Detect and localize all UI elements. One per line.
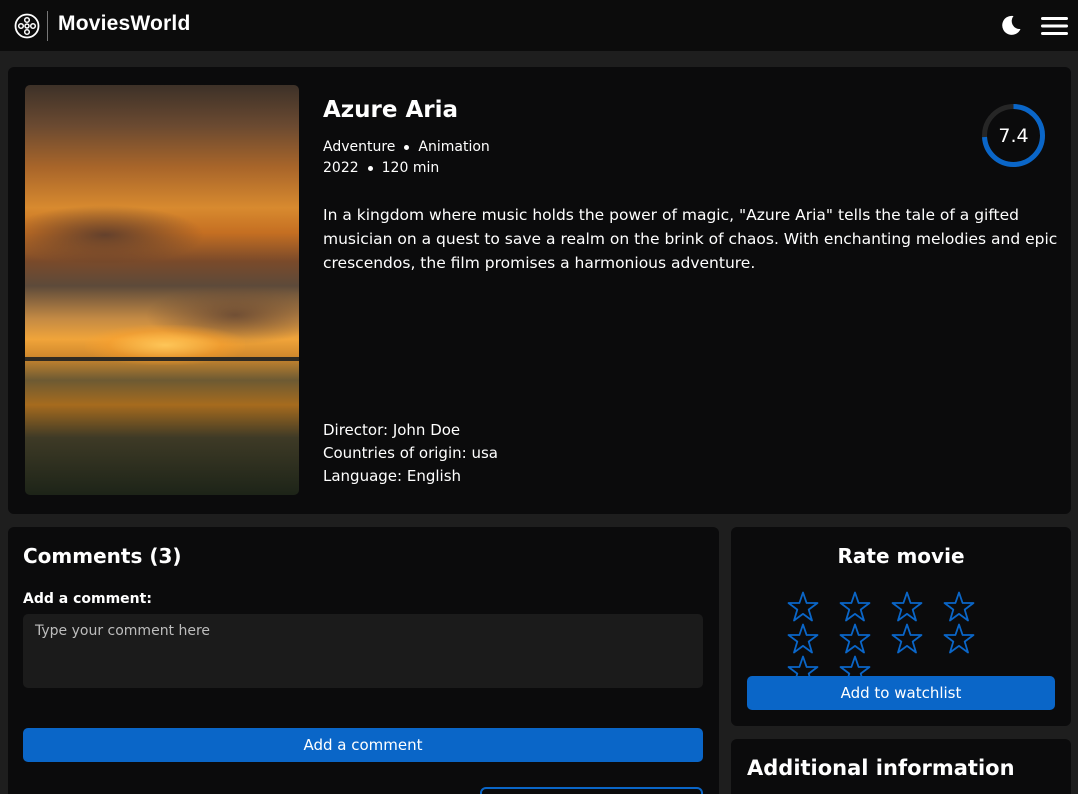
genre-item: Adventure bbox=[323, 139, 396, 155]
comments-card: Comments (3) Add a comment: Add a commen… bbox=[8, 527, 719, 794]
movie-credits: Director: John Doe Countries of origin: … bbox=[323, 419, 498, 488]
release-year: 2022 bbox=[323, 160, 359, 176]
star-icon[interactable] bbox=[777, 622, 829, 654]
additional-info-title: Additional information bbox=[747, 756, 1015, 780]
separator-dot bbox=[367, 165, 373, 171]
star-icon[interactable] bbox=[933, 590, 985, 622]
brand-name[interactable]: MoviesWorld bbox=[58, 12, 191, 36]
poster-cloud bbox=[25, 205, 205, 265]
language: Language: English bbox=[323, 467, 462, 485]
duration: 120 min bbox=[381, 160, 440, 176]
moon-icon[interactable] bbox=[1000, 14, 1022, 36]
add-to-watchlist-button[interactable]: Add to watchlist bbox=[747, 676, 1055, 710]
poster-horizon bbox=[25, 357, 299, 361]
top-navbar: MoviesWorld bbox=[0, 0, 1078, 51]
star-icon[interactable] bbox=[881, 590, 933, 622]
rate-movie-title: Rate movie bbox=[837, 544, 965, 568]
add-comment-label: Add a comment: bbox=[23, 591, 152, 607]
comments-secondary-button[interactable] bbox=[480, 787, 703, 794]
film-reel-icon[interactable] bbox=[14, 13, 40, 39]
star-icon[interactable] bbox=[933, 622, 985, 654]
comments-title: Comments (3) bbox=[23, 544, 182, 568]
star-icon[interactable] bbox=[881, 622, 933, 654]
rate-movie-card: Rate movie Add to watchlist bbox=[731, 527, 1071, 726]
additional-info-card: Additional information bbox=[731, 739, 1071, 794]
star-icon[interactable] bbox=[829, 590, 881, 622]
comment-input[interactable] bbox=[23, 614, 703, 688]
countries-of-origin: Countries of origin: usa bbox=[323, 444, 498, 462]
star-icon[interactable] bbox=[829, 622, 881, 654]
logo-divider bbox=[47, 11, 48, 41]
star-rating bbox=[777, 590, 1027, 686]
hamburger-menu-icon[interactable] bbox=[1041, 15, 1068, 37]
movie-details-card: Azure Aria Adventure Animation 2022 120 … bbox=[8, 67, 1071, 514]
star-icon[interactable] bbox=[777, 590, 829, 622]
add-comment-button[interactable]: Add a comment bbox=[23, 728, 703, 762]
year-duration: 2022 120 min bbox=[323, 160, 439, 176]
genre-list: Adventure Animation bbox=[323, 139, 490, 155]
genre-item: Animation bbox=[418, 139, 490, 155]
director: Director: John Doe bbox=[323, 421, 461, 439]
movie-description: In a kingdom where music holds the power… bbox=[323, 206, 1058, 272]
movie-poster bbox=[25, 85, 299, 495]
movie-title: Azure Aria bbox=[323, 97, 459, 123]
separator-dot bbox=[404, 144, 410, 150]
rating-value: 7.4 bbox=[998, 124, 1029, 147]
